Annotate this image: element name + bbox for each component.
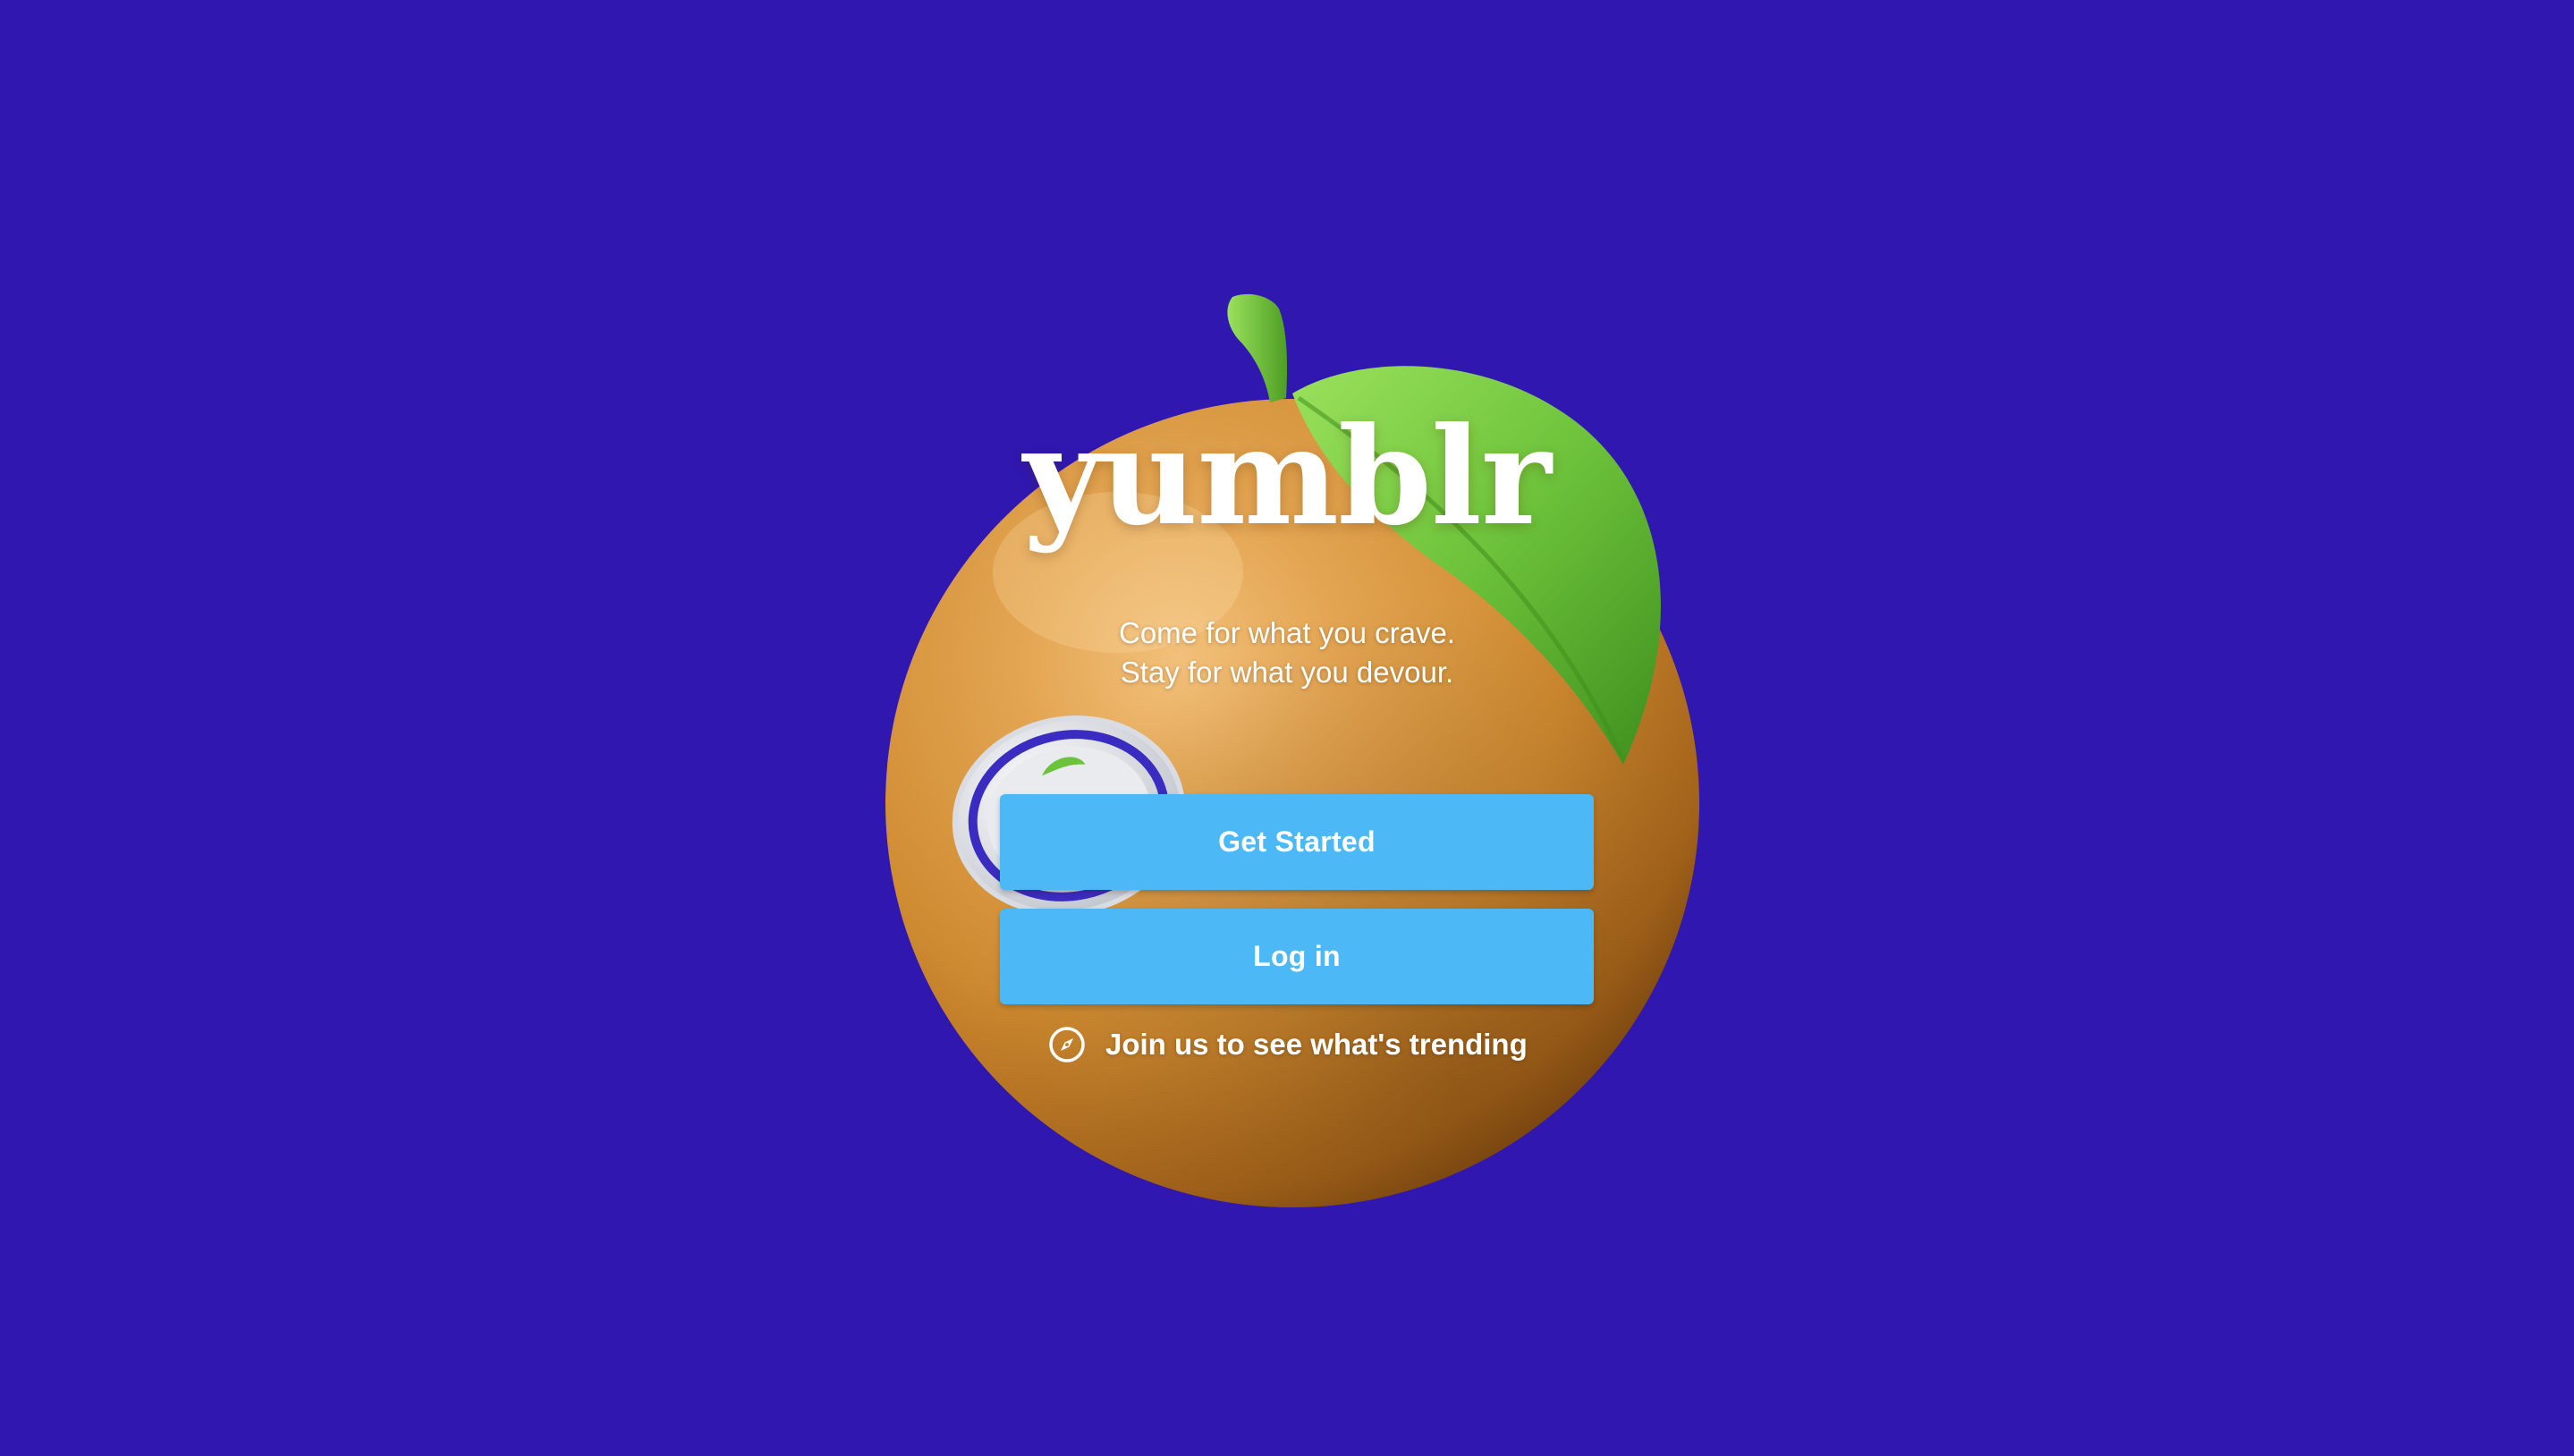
explore-trending-label: Join us to see what's trending — [1105, 1028, 1528, 1061]
log-in-button[interactable]: Log in — [1000, 909, 1594, 1004]
compass-icon — [1048, 1026, 1086, 1063]
tagline-line-2: Stay for what you devour. — [1120, 656, 1454, 689]
get-started-button[interactable]: Get Started — [1000, 794, 1594, 890]
welcome-screen: yumblr Come for what you crave. Stay for… — [0, 0, 2574, 1456]
app-logo: yumblr — [1023, 398, 1552, 555]
tagline-line-1: Come for what you crave. — [1119, 616, 1455, 649]
explore-trending-link[interactable]: Join us to see what's trending — [1048, 1023, 1528, 1066]
hero-illustration — [0, 0, 2574, 1456]
